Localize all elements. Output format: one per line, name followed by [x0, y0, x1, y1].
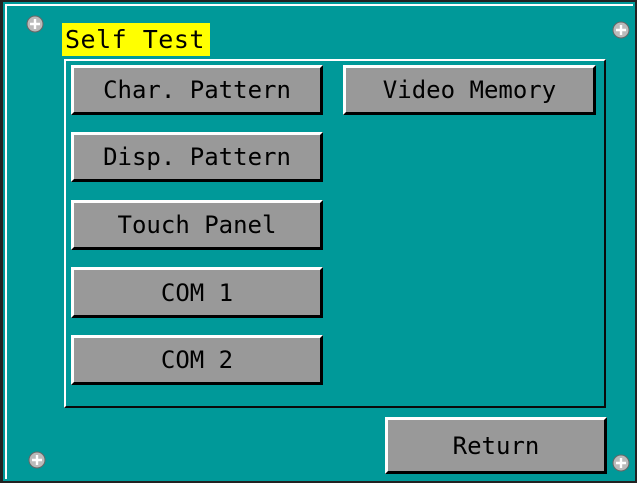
- screw-top-left-icon: [26, 15, 44, 33]
- touch-panel-button[interactable]: Touch Panel: [71, 200, 323, 250]
- self-test-screen: Self Test Char. Pattern Video Memory Dis…: [0, 0, 637, 483]
- screw-bottom-left-icon: [28, 451, 46, 469]
- char-pattern-button[interactable]: Char. Pattern: [71, 65, 323, 115]
- com1-button[interactable]: COM 1: [71, 267, 323, 318]
- return-button[interactable]: Return: [385, 417, 607, 474]
- com2-button[interactable]: COM 2: [71, 335, 323, 385]
- disp-pattern-button[interactable]: Disp. Pattern: [71, 132, 323, 182]
- screw-top-right-icon: [612, 21, 630, 39]
- page-title: Self Test: [62, 23, 210, 56]
- video-memory-button[interactable]: Video Memory: [343, 65, 596, 115]
- screw-bottom-right-icon: [612, 454, 630, 472]
